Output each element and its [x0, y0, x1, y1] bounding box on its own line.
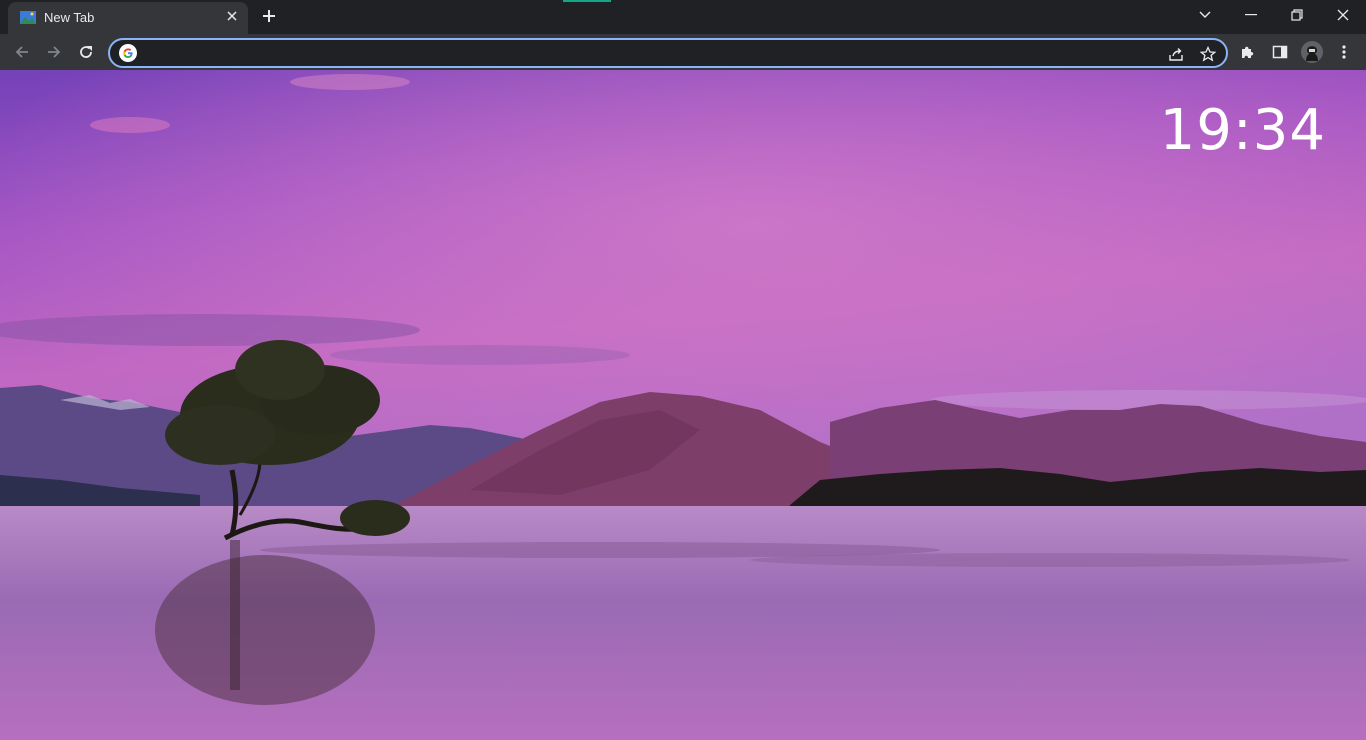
side-panel-icon	[1272, 45, 1288, 59]
bookmark-button[interactable]	[1198, 44, 1218, 64]
puzzle-icon	[1242, 46, 1254, 58]
restore-icon	[1291, 9, 1303, 21]
plus-icon	[263, 10, 275, 22]
profile-avatar-icon	[1301, 41, 1323, 63]
reload-icon	[80, 46, 92, 58]
landscape-favicon-icon	[20, 11, 36, 24]
kebab-menu-icon	[1342, 45, 1346, 59]
forward-button[interactable]	[40, 38, 68, 66]
tab-strip: New Tab	[0, 0, 1366, 34]
address-input[interactable]	[142, 42, 1142, 64]
menu-button[interactable]	[1332, 40, 1356, 64]
share-button[interactable]	[1166, 44, 1186, 64]
forward-arrow-icon	[48, 46, 61, 58]
new-tab-page: 19:34	[0, 70, 1366, 740]
avatar[interactable]	[1300, 40, 1324, 64]
star-icon	[1200, 46, 1216, 62]
wallpaper-image	[0, 70, 1366, 740]
clock-time: 19:34	[1159, 98, 1326, 163]
google-icon	[119, 44, 137, 62]
accent-line	[563, 0, 611, 2]
tab-search-button[interactable]	[1182, 0, 1228, 30]
new-tab-button[interactable]	[258, 5, 280, 27]
restore-button[interactable]	[1274, 0, 1320, 30]
back-button[interactable]	[8, 38, 36, 66]
toolbar	[0, 34, 1366, 70]
minimize-button[interactable]	[1228, 0, 1274, 30]
share-icon	[1169, 48, 1183, 61]
tab-new-tab[interactable]: New Tab	[8, 2, 248, 34]
close-window-button[interactable]	[1320, 0, 1366, 30]
extensions-button[interactable]	[1236, 40, 1260, 64]
reload-button[interactable]	[72, 38, 100, 66]
minimize-icon	[1245, 14, 1257, 16]
tab-title: New Tab	[44, 10, 95, 25]
omnibox[interactable]	[108, 38, 1228, 68]
back-arrow-icon	[15, 46, 28, 58]
close-icon[interactable]	[223, 8, 241, 26]
chevron-down-icon	[1199, 11, 1211, 18]
side-panel-button[interactable]	[1268, 40, 1292, 64]
close-icon	[1337, 9, 1349, 21]
